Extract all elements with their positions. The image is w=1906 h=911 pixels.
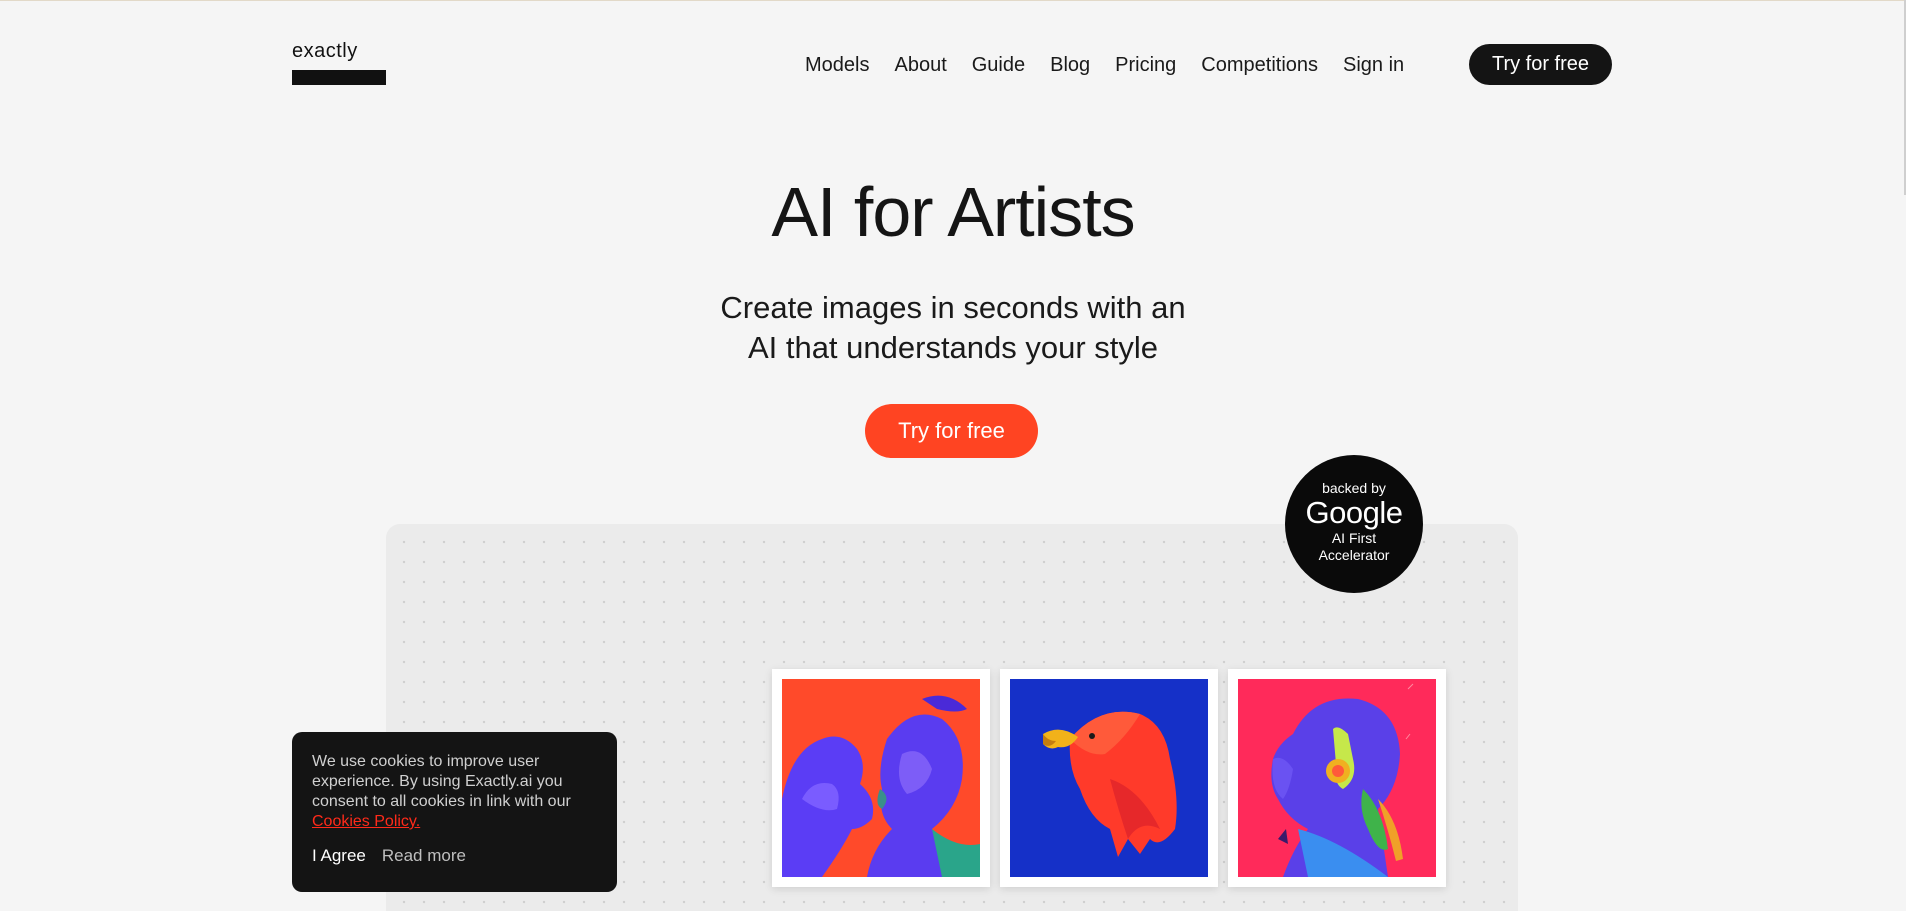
cookies-policy-link[interactable]: Cookies Policy. [312, 813, 420, 830]
artwork-headphones-image [1238, 679, 1436, 877]
nav-models[interactable]: Models [805, 54, 869, 77]
top-border [0, 0, 1906, 1]
badge-google-wordmark: Google [1305, 495, 1403, 530]
nav-pricing[interactable]: Pricing [1115, 54, 1176, 77]
artwork-card-eagle [1000, 669, 1218, 887]
nav-competitions[interactable]: Competitions [1201, 54, 1318, 77]
cookie-read-more-link[interactable]: Read more [382, 846, 466, 866]
artwork-faces-image [782, 679, 980, 877]
hero-title: AI for Artists [771, 173, 1135, 251]
badge-backed-by: backed by [1322, 480, 1386, 496]
nav-guide[interactable]: Guide [972, 54, 1025, 77]
hero-subtitle-line-1: Create images in seconds with an [720, 290, 1186, 325]
artwork-faces-illustration [782, 679, 980, 877]
artwork-headphones-illustration [1238, 679, 1436, 877]
hero-subtitle-line-2: AI that understands your style [747, 330, 1159, 365]
artwork-card-faces [772, 669, 990, 887]
badge-accelerator-label: AI First Accelerator [1318, 530, 1390, 563]
logo-text: exactly [292, 40, 358, 62]
google-accelerator-badge: backed by Google AI First Accelerator [1285, 455, 1423, 593]
main-nav: Models About Guide Blog Pricing Competit… [805, 44, 1404, 86]
cookie-agree-button[interactable]: I Agree [312, 846, 366, 866]
hero-subtitle: Create images in seconds with an AI that… [0, 288, 1906, 368]
header-try-free-button[interactable]: Try for free [1469, 44, 1612, 85]
artwork-eagle-illustration [1010, 679, 1208, 877]
cookie-message: We use cookies to improve user experienc… [312, 752, 597, 832]
artwork-eagle-image [1010, 679, 1208, 877]
nav-about[interactable]: About [894, 54, 946, 77]
artwork-card-headphones [1228, 669, 1446, 887]
cookie-message-text: We use cookies to improve user experienc… [312, 753, 571, 810]
logo[interactable]: exactly [292, 41, 386, 86]
cookie-banner: We use cookies to improve user experienc… [292, 732, 617, 892]
hero-try-free-button[interactable]: Try for free [865, 404, 1038, 458]
logo-bar [292, 70, 386, 85]
cookie-actions: I Agree Read more [312, 846, 597, 866]
nav-sign-in[interactable]: Sign in [1343, 54, 1404, 77]
nav-blog[interactable]: Blog [1050, 54, 1090, 77]
